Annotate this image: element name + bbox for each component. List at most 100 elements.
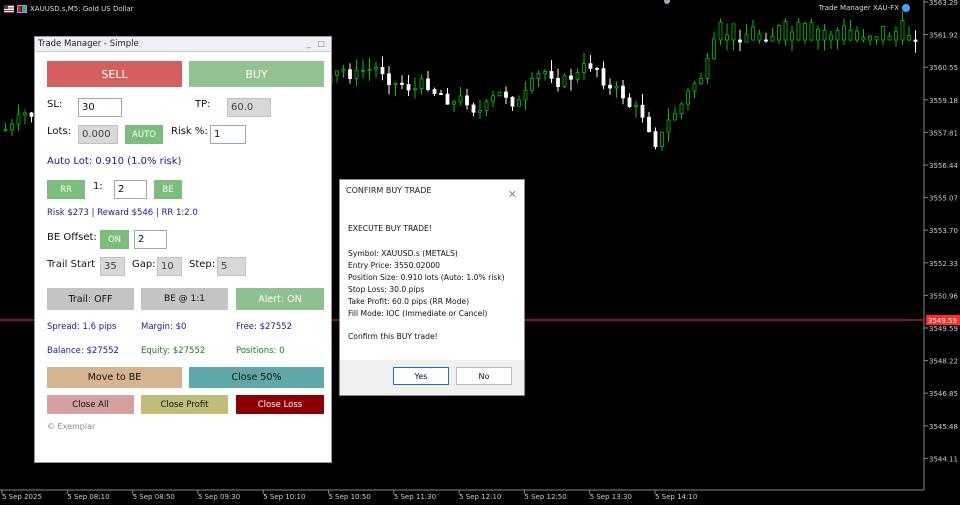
candle-body: [809, 22, 814, 41]
gap-input[interactable]: 10: [157, 257, 182, 276]
candle-body: [764, 39, 768, 42]
be-offset-toggle[interactable]: ON: [100, 230, 129, 249]
ea-name: Trade Manager XAU-FX: [818, 4, 899, 12]
be-button[interactable]: BE: [154, 180, 182, 199]
sl-label: SL:: [47, 99, 63, 110]
candle-body: [894, 30, 898, 41]
dialog-position-size: Position Size: 0.910 lots (Auto: 1.0% ri…: [348, 273, 505, 282]
candle-body: [601, 68, 606, 86]
candle-body: [465, 95, 469, 106]
time-tick-label: 5 Sep 08:10: [67, 493, 109, 501]
price-tick-label: 3546.85: [929, 390, 958, 398]
candle-body: [705, 58, 710, 79]
balance-info: Balance: $27552: [47, 346, 119, 356]
candle-body: [380, 67, 385, 75]
candle-body: [536, 72, 541, 79]
candle-body: [419, 78, 424, 90]
candle-body: [666, 119, 671, 133]
price-tick-label: 3549.59: [929, 325, 958, 333]
candle-body: [452, 101, 456, 105]
candle-body: [445, 93, 450, 105]
candle-body: [790, 31, 794, 41]
be-offset-input[interactable]: 2: [134, 230, 167, 249]
time-tick-label: 5 Sep 09:30: [198, 493, 240, 501]
candle-body: [803, 22, 807, 41]
candle-body: [686, 90, 690, 105]
auto-lot-info: Auto Lot: 0.910 (1.0% risk): [47, 156, 182, 167]
candle-body: [497, 91, 502, 97]
sell-button[interactable]: SELL: [47, 61, 182, 87]
candle-body: [647, 116, 651, 133]
candle-body: [16, 114, 21, 125]
spread-info: Spread: 1.6 pips: [47, 322, 117, 332]
time-tick-label: 5 Sep 2025: [2, 493, 42, 501]
candle-body: [816, 28, 820, 41]
dialog-confirm-text: Confirm this BUY trade!: [348, 332, 438, 341]
gap-label: Gap:: [132, 259, 156, 270]
candle-body: [393, 82, 398, 85]
candle-body: [653, 131, 658, 147]
time-tick-label: 5 Sep 08:50: [133, 493, 175, 501]
time-tick-label: 5 Sep 11:30: [394, 493, 436, 501]
close-loss-button[interactable]: Close Loss: [236, 395, 324, 414]
auto-lot-button[interactable]: AUTO: [125, 125, 163, 144]
alert-toggle-button[interactable]: Alert: ON: [236, 288, 324, 310]
time-tick-label: 5 Sep 10:10: [263, 493, 305, 501]
panel-window-controls[interactable]: _ □: [307, 37, 327, 51]
step-input[interactable]: 5: [217, 257, 246, 276]
move-to-be-button[interactable]: Move to BE: [47, 367, 182, 388]
trail-start-label: Trail Start: [47, 259, 96, 270]
close-profit-button[interactable]: Close Profit: [141, 395, 228, 414]
price-tick-label: 3548.22: [929, 358, 958, 366]
time-tick-label: 5 Sep 12:50: [524, 493, 566, 501]
trail-toggle-button[interactable]: Trail: OFF: [47, 288, 134, 310]
candle-body: [712, 38, 716, 60]
candle-body: [361, 69, 365, 72]
buy-button[interactable]: BUY: [189, 61, 324, 87]
candle-body: [439, 93, 443, 95]
candle-body: [341, 69, 346, 72]
price-tick-label: 3553.70: [929, 227, 958, 235]
price-tick-label: 3559.18: [929, 97, 958, 105]
candle-body: [881, 26, 885, 41]
candle-body: [491, 95, 495, 102]
sl-input[interactable]: 30: [78, 98, 122, 117]
current-price-text: 3549.59: [928, 317, 957, 325]
close-50-button[interactable]: Close 50%: [189, 367, 324, 388]
candle-body: [757, 33, 762, 41]
candle-body: [783, 21, 788, 41]
candle-body: [569, 75, 573, 80]
candle-body: [621, 85, 625, 99]
candle-body: [348, 69, 352, 79]
candle-body: [848, 29, 853, 41]
candle-body: [718, 21, 723, 41]
yes-button[interactable]: Yes: [393, 367, 449, 385]
candle-body: [907, 35, 911, 41]
close-all-button[interactable]: Close All: [47, 395, 134, 414]
tp-input[interactable]: 60.0: [227, 98, 271, 117]
lots-input[interactable]: 0.000: [78, 125, 118, 144]
positions-info: Positions: 0: [236, 346, 285, 356]
candle-body: [549, 71, 554, 79]
trail-start-input[interactable]: 35: [100, 257, 125, 276]
candle-body: [874, 36, 879, 41]
risk-percent-input[interactable]: 1: [210, 125, 246, 144]
candle-body: [367, 68, 372, 71]
equity-info: Equity: $27552: [141, 346, 206, 356]
candle-body: [582, 63, 586, 74]
candle-body: [842, 25, 846, 41]
panel-title-bar[interactable]: Trade Manager - Simple _ □: [35, 37, 331, 52]
candle-body: [354, 69, 359, 79]
candle-body: [530, 77, 534, 91]
candle-body: [387, 73, 391, 85]
candle-body: [29, 112, 34, 117]
no-button[interactable]: No: [456, 367, 512, 385]
candle-body: [634, 104, 638, 108]
rr-ratio-input[interactable]: 2: [114, 180, 147, 199]
candle-body: [406, 84, 411, 91]
dialog-title-bar[interactable]: CONFIRM BUY TRADE ✕: [340, 180, 524, 202]
be-1to1-button[interactable]: BE @ 1:1: [141, 288, 228, 310]
price-tick-label: 3561.92: [929, 32, 958, 40]
confirm-buy-dialog: CONFIRM BUY TRADE ✕ EXECUTE BUY TRADE! S…: [339, 179, 525, 396]
rr-mode-button[interactable]: RR: [47, 180, 85, 199]
